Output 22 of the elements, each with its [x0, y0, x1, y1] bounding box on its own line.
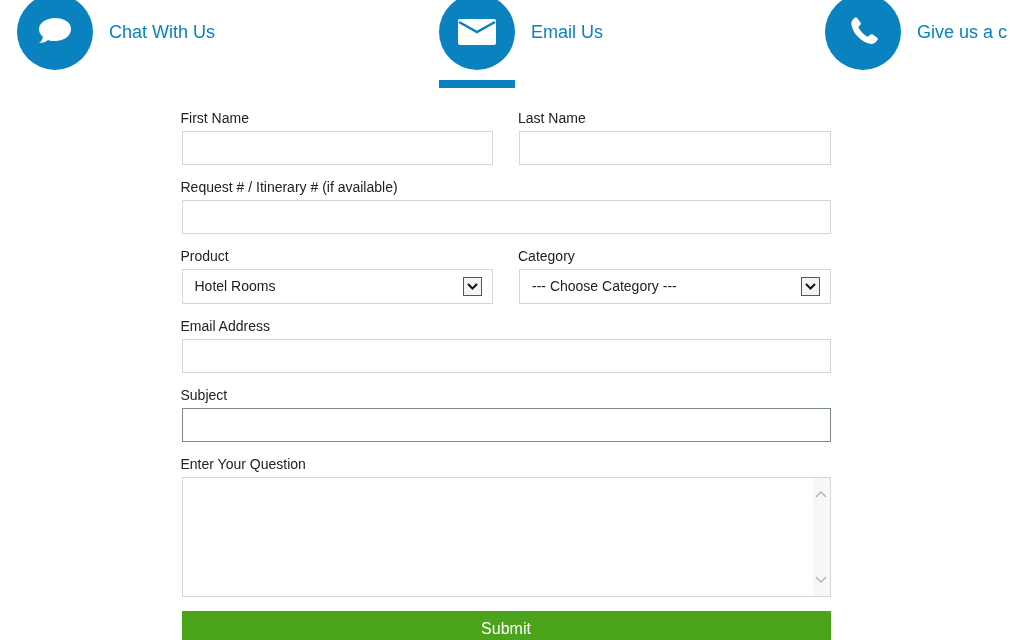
chevron-up-icon — [815, 490, 827, 498]
field-label: Category — [518, 248, 576, 265]
contact-tab-link[interactable]: Email Us — [531, 19, 603, 41]
field-label: Product — [180, 248, 230, 265]
envelope-icon — [458, 19, 496, 45]
field-label: Email Address — [180, 318, 271, 335]
field-label: Subject — [180, 387, 229, 404]
field-label: Enter Your Question — [180, 456, 307, 473]
dropdown-field[interactable]: --- Choose Category --- — [519, 269, 831, 304]
chevron-down-icon — [463, 277, 482, 296]
scrollbar[interactable] — [812, 478, 830, 596]
contact-tab-link[interactable]: Give us a c — [917, 19, 1008, 41]
submit-button[interactable]: Submit — [181, 611, 831, 640]
field-label: Request # / Itinerary # (if available) — [180, 179, 399, 196]
chevron-down-icon — [800, 277, 820, 296]
question-textarea[interactable] — [181, 477, 831, 597]
contact-tab-link[interactable]: Chat With Us — [109, 19, 216, 41]
dropdown-field[interactable]: Hotel Rooms — [181, 269, 493, 304]
text-field[interactable] — [181, 408, 831, 442]
field-label: Last Name — [518, 110, 587, 127]
field-label: First Name — [180, 110, 250, 127]
chevron-down-icon — [815, 576, 827, 584]
